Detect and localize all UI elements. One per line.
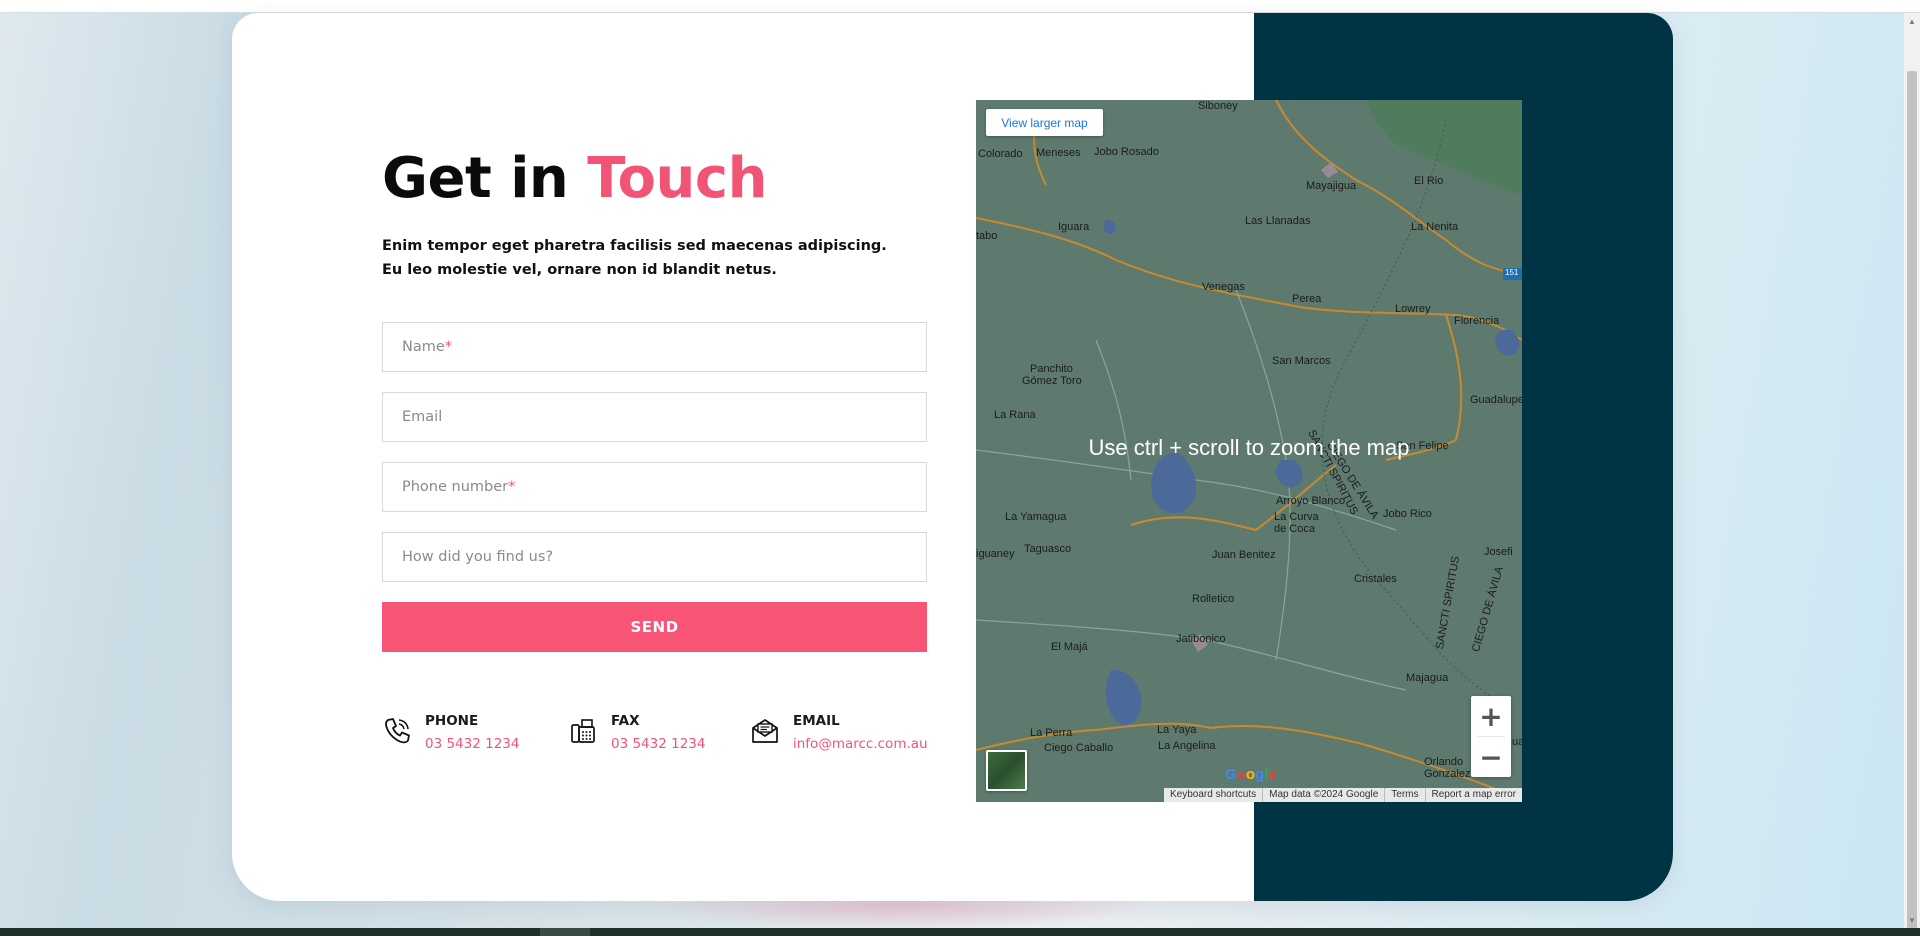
bottom-strip-tab [540,928,590,936]
map-place-label: ua [1512,736,1522,748]
zoom-out-button[interactable]: − [1471,737,1511,777]
fax-icon [571,719,595,743]
map-place-label: La Nenita [1411,221,1459,233]
map-place-label: Taguasco [1024,543,1072,555]
scrollbar-thumb[interactable] [1907,71,1917,931]
satellite-toggle-button[interactable] [986,750,1027,791]
map-place-label: Venegas [1202,281,1245,293]
title-prefix: Get in [382,146,569,211]
map-place-label: La Yamagua [1005,511,1067,523]
map-place-label: Gonzalez [1424,768,1471,780]
map-place-label: La Perra [1030,727,1073,739]
map-place-label: Ciego Caballo [1044,742,1114,754]
embedded-map[interactable]: Siboney Colorado Meneses Jobo Rosado May… [976,100,1522,802]
map-place-label: El Rio [1414,175,1444,187]
contact-phone: PHONE 03 5432 1234 [382,712,519,754]
map-place-label: Meneses [1036,147,1081,159]
road-badge: 151 [1505,268,1519,277]
map-place-label: Majagua [1406,672,1449,684]
map-data-text: Map data ©2024 Google [1262,788,1384,802]
map-place-label: Panchito [1030,363,1073,375]
phone-icon [385,718,410,744]
map-place-label: Siboney [1198,100,1238,112]
map-place-label: Mayajigua [1306,180,1357,192]
phone-placeholder: Phone number [402,479,509,495]
contact-label: EMAIL [793,713,840,729]
contact-email: EMAIL info@marcc.com.au [750,712,928,754]
phone-link[interactable]: 03 5432 1234 [425,734,519,754]
map-place-label: San Marcos [1272,355,1331,367]
map-place-label: Orlando [1424,756,1464,768]
map-place-label: Juan Benitez [1212,549,1276,561]
map-place-label: La Rana [994,409,1036,421]
map-attribution: Keyboard shortcuts Map data ©2024 Google… [1163,788,1522,802]
map-zoom-control: + − [1471,696,1511,777]
send-button[interactable]: SEND [382,602,927,652]
source-placeholder: How did you find us? [402,549,554,565]
page-scrollbar[interactable]: ▲ ▼ [1904,13,1920,931]
name-field[interactable]: Name * [382,322,927,372]
map-zoom-hint: Use ctrl + scroll to zoom the map [1088,435,1410,460]
intro-text: Enim tempor eget pharetra facilisis sed … [382,238,887,278]
required-mark: * [444,339,453,355]
map-place-label: Perea [1292,293,1322,305]
bottom-strip [0,928,1920,936]
email-field[interactable]: Email [382,392,927,442]
fax-link[interactable]: 03 5432 1234 [611,734,705,754]
map-place-label: La Curva [1274,511,1319,523]
map-place-label: Josefi [1484,546,1513,558]
browser-top-strip [0,0,1920,13]
map-place-label: Rolletico [1192,593,1235,605]
map-place-label: Las Llanadas [1245,215,1311,227]
map-place-label: Florencia [1454,315,1500,327]
phone-field[interactable]: Phone number * [382,462,927,512]
contact-label: PHONE [425,713,479,729]
map-place-label: La Yaya [1157,724,1197,736]
map-place-label: de Coca [1274,523,1315,535]
email-placeholder: Email [402,409,443,425]
map-place-label: Colorado [978,148,1023,160]
scroll-down-icon[interactable]: ▼ [1904,912,1920,928]
email-link[interactable]: info@marcc.com.au [793,734,928,754]
map-place-label: Iguara [1058,221,1090,233]
google-logo: Google [1225,766,1277,783]
report-error-link[interactable]: Report a map error [1424,788,1522,802]
source-field[interactable]: How did you find us? [382,532,927,582]
map-place-label: Jobo Rosado [1094,146,1159,158]
map-place-label: Gómez Toro [1022,375,1082,387]
map-place-label: iguaney [976,548,1015,560]
contact-fax: FAX 03 5432 1234 [568,712,705,754]
map-place-label: tabo [976,230,998,242]
scroll-up-icon[interactable]: ▲ [1904,13,1920,29]
title-accent: Touch [587,146,767,211]
map-place-label: Lowrey [1395,303,1431,315]
required-mark: * [508,479,516,495]
keyboard-shortcuts-link[interactable]: Keyboard shortcuts [1164,788,1262,802]
map-place-label: Cristales [1354,573,1397,585]
email-icon [752,719,778,743]
map-place-label: Guadalupe [1470,394,1522,406]
zoom-in-button[interactable]: + [1471,696,1511,736]
view-larger-map-link[interactable]: View larger map [986,109,1103,136]
contact-label: FAX [611,713,640,729]
terms-link[interactable]: Terms [1384,788,1424,802]
map-place-label: Jatibonico [1176,633,1226,645]
map-place-label: El Majá [1051,641,1088,653]
name-placeholder: Name [402,339,445,355]
map-place-label: Jobo Rico [1383,508,1432,520]
map-place-label: La Angelina [1158,740,1216,752]
map-place-label: Arroyo Blanco [1276,495,1346,507]
page-title: Get in Touch [382,146,767,211]
